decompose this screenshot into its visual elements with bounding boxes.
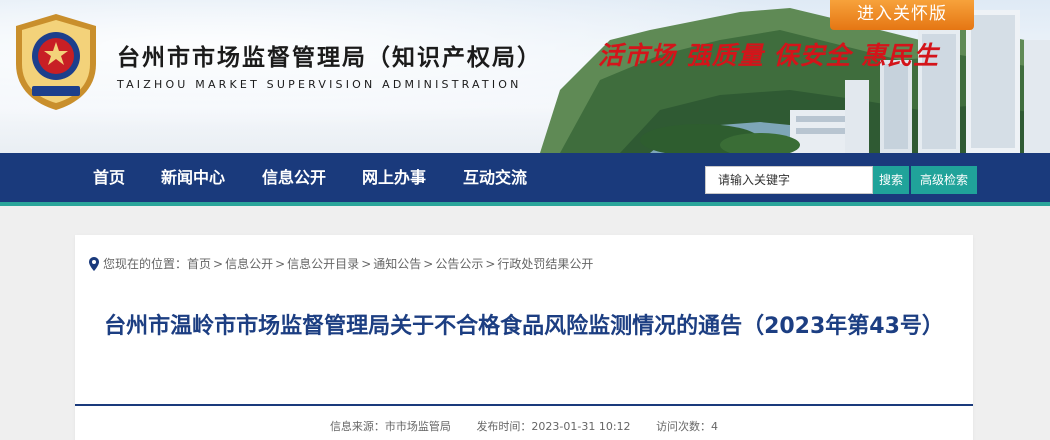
title-divider (75, 404, 973, 406)
nav-item-online-service[interactable]: 网上办事 (362, 153, 426, 202)
breadcrumb-item-penalty-results[interactable]: 行政处罚结果公开 (497, 255, 593, 272)
header-banner: 台州市市场监督管理局（知识产权局） TAIZHOU MARKET SUPERVI… (0, 0, 1050, 153)
article-source: 信息来源：市市场监管局 (329, 420, 451, 433)
search-button[interactable]: 搜索 (873, 166, 909, 194)
search-input[interactable]: 请输入关键字 (705, 166, 873, 194)
article-view-count: 访问次数：4 (656, 420, 719, 433)
article-publish-date: 发布时间：2023-01-31 10:12 (476, 420, 631, 433)
breadcrumb-item-home[interactable]: 首页 (187, 255, 211, 272)
article-card: 您现在的位置： 首页 > 信息公开 > 信息公开目录 > 通知公告 > 公告公示… (75, 235, 973, 440)
breadcrumb-separator: > (213, 256, 224, 271)
advanced-search-button[interactable]: 高级检索 (911, 166, 977, 194)
breadcrumb-item-info-public[interactable]: 信息公开 (225, 255, 273, 272)
breadcrumb-item-info-catalog[interactable]: 信息公开目录 (287, 255, 359, 272)
site-title-chinese: 台州市市场监督管理局（知识产权局） (117, 44, 542, 71)
nav-item-info-public[interactable]: 信息公开 (262, 153, 326, 202)
breadcrumb-separator: > (423, 256, 434, 271)
main-nav: 首页 新闻中心 信息公开 网上办事 互动交流 请输入关键字 搜索 高级检索 (0, 153, 1050, 206)
breadcrumb: 您现在的位置： 首页 > 信息公开 > 信息公开目录 > 通知公告 > 公告公示… (89, 255, 593, 272)
article-title: 台州市温岭市市场监督管理局关于不合格食品风险监测情况的通告（2023年第43号） (104, 314, 944, 339)
nav-item-home[interactable]: 首页 (93, 153, 125, 202)
site-title-english: TAIZHOU MARKET SUPERVISION ADMINISTRATIO… (117, 78, 522, 91)
location-pin-icon (89, 256, 99, 271)
care-mode-button[interactable]: 进入关怀版 (830, 0, 974, 30)
breadcrumb-separator: > (361, 256, 372, 271)
nav-item-news[interactable]: 新闻中心 (161, 153, 225, 202)
slogan-text: 活市场 强质量 保安全 惠民生 (598, 41, 940, 70)
breadcrumb-separator: > (275, 256, 286, 271)
breadcrumb-prefix: 您现在的位置： (103, 257, 188, 271)
breadcrumb-item-announcements[interactable]: 公告公示 (435, 255, 483, 272)
agency-emblem-logo (16, 14, 96, 110)
nav-item-interaction[interactable]: 互动交流 (463, 153, 527, 202)
breadcrumb-item-notices[interactable]: 通知公告 (373, 255, 421, 272)
article-meta: 信息来源：市市场监管局 发布时间：2023-01-31 10:12 访问次数：4 (75, 418, 973, 434)
breadcrumb-separator: > (485, 256, 496, 271)
